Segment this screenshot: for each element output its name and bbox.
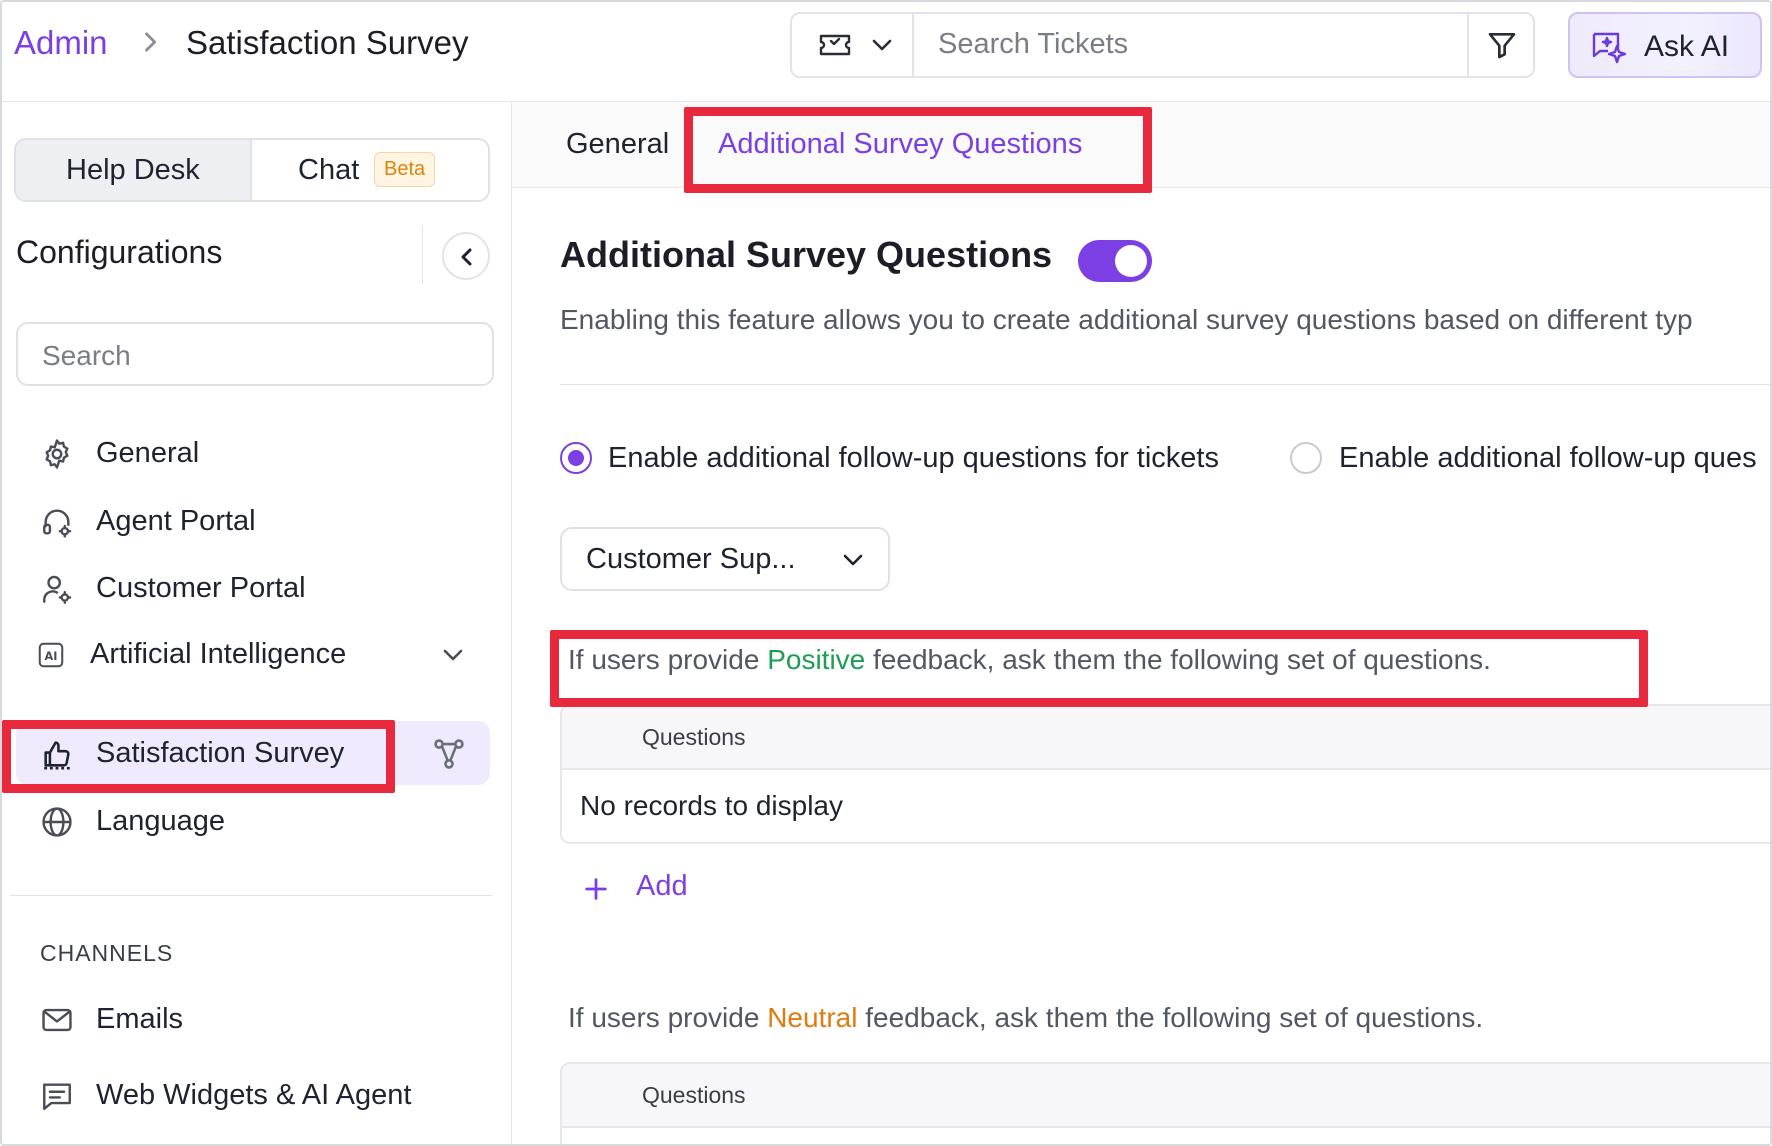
tab-additional-survey-questions[interactable]: Additional Survey Questions: [718, 128, 1082, 161]
filter-icon: [1488, 33, 1516, 59]
workflow-icon[interactable]: [432, 737, 466, 771]
sidebar-item-label: Customer Portal: [96, 572, 306, 604]
radio-other-label[interactable]: Enable additional follow-up ques: [1339, 442, 1757, 475]
sidebar-item-web-widgets[interactable]: Web Widgets & AI Agent: [16, 1063, 490, 1127]
ai-sparkle-icon: [1592, 32, 1627, 64]
toggle-knob: [1115, 245, 1147, 277]
tab-bar: General Additional Survey Questions: [512, 102, 1770, 188]
radio-tickets[interactable]: [560, 442, 592, 474]
configurations-heading: Configurations: [16, 234, 223, 270]
ask-ai-label: Ask AI: [1644, 30, 1730, 63]
thumbs-up-icon: [44, 741, 70, 770]
ask-ai-button[interactable]: Ask AI: [1568, 12, 1762, 78]
globe-icon: [42, 807, 72, 837]
chevron-left-icon: [461, 248, 472, 266]
positive-feedback-label: If users provide Positive feedback, ask …: [568, 644, 1491, 676]
radio-tickets-label[interactable]: Enable additional follow-up questions fo…: [608, 442, 1219, 475]
config-sidebar: Help Desk Chat Beta Configurations Searc…: [2, 102, 512, 1144]
sidebar-item-artificial-intelligence[interactable]: AI Artificial Intelligence: [16, 622, 490, 686]
sidebar-item-emails[interactable]: Emails: [16, 987, 490, 1051]
sidebar-item-label: Web Widgets & AI Agent: [96, 1079, 412, 1111]
sidebar-item-label: Emails: [96, 1003, 184, 1035]
department-select-value: Customer Sup...: [586, 543, 796, 575]
channels-heading: CHANNELS: [40, 940, 174, 966]
divider: [10, 895, 492, 896]
beta-badge: Beta: [374, 152, 436, 187]
positive-keyword: Positive: [767, 644, 866, 675]
page-title: Satisfaction Survey: [186, 24, 469, 61]
top-header: Admin Satisfaction Survey Search Tickets…: [2, 2, 1770, 102]
app-window: Admin Satisfaction Survey Search Tickets…: [0, 0, 1772, 1146]
sidebar-item-language[interactable]: Language: [16, 789, 490, 853]
empty-state-text: No records to display: [580, 790, 844, 821]
sidebar-item-label: Agent Portal: [96, 505, 256, 537]
table-empty-row: No records to display: [562, 770, 1770, 842]
ticket-icon: [819, 34, 851, 56]
additional-questions-toggle[interactable]: [1078, 240, 1152, 282]
sidebar-item-general[interactable]: General: [16, 421, 490, 485]
positive-suffix: feedback, ask them the following set of …: [865, 644, 1491, 675]
sidebar-search-placeholder: Search: [42, 340, 131, 371]
sidebar-item-agent-portal[interactable]: Agent Portal: [16, 489, 490, 553]
radio-other[interactable]: [1290, 442, 1322, 474]
column-header-questions: Questions: [642, 724, 746, 750]
ticket-type-dropdown[interactable]: [792, 14, 914, 76]
ticket-search-input[interactable]: Search Tickets: [938, 28, 1128, 61]
neutral-questions-table: Questions: [560, 1062, 1770, 1144]
sidebar-item-satisfaction-survey[interactable]: Satisfaction Survey: [16, 721, 490, 785]
table-header: Questions: [562, 706, 1770, 770]
segment-chat[interactable]: Chat Beta: [252, 140, 488, 200]
chevron-down-icon[interactable]: [440, 644, 466, 666]
ticket-search-bar: Search Tickets: [790, 12, 1535, 78]
sidebar-item-customer-portal[interactable]: Customer Portal: [16, 556, 490, 620]
section-title: Additional Survey Questions: [560, 234, 1053, 275]
sidebar-search-input[interactable]: Search: [16, 322, 494, 386]
positive-prefix: If users provide: [568, 644, 768, 675]
sidebar-item-label: Artificial Intelligence: [90, 638, 347, 670]
divider: [422, 226, 423, 284]
segment-help-desk[interactable]: Help Desk: [16, 140, 252, 200]
filter-button[interactable]: [1467, 14, 1533, 76]
chevron-down-icon: [872, 39, 892, 51]
plus-icon: [585, 878, 607, 900]
ai-icon: AI: [38, 642, 64, 668]
sidebar-item-label: Satisfaction Survey: [96, 737, 345, 769]
neutral-feedback-label: If users provide Neutral feedback, ask t…: [568, 1002, 1483, 1034]
section-description: Enabling this feature allows you to crea…: [560, 304, 1693, 335]
main-content: General Additional Survey Questions Addi…: [512, 102, 1770, 1144]
breadcrumb-admin-link[interactable]: Admin: [14, 24, 108, 62]
column-header-questions: Questions: [642, 1082, 746, 1108]
chat-icon: [43, 1083, 71, 1110]
neutral-prefix: If users provide: [568, 1002, 768, 1033]
divider: [560, 384, 1770, 385]
segment-chat-label: Chat: [298, 154, 360, 186]
chevron-down-icon: [843, 554, 863, 566]
neutral-suffix: feedback, ask them the following set of …: [857, 1002, 1484, 1033]
mail-icon: [42, 1008, 72, 1032]
positive-questions-table: Questions No records to display: [560, 704, 1770, 844]
table-header: Questions: [562, 1064, 1770, 1128]
gear-icon: [45, 439, 69, 469]
add-label: Add: [636, 870, 688, 902]
collapse-sidebar-button[interactable]: [442, 232, 490, 280]
chevron-right-icon: [145, 32, 157, 52]
product-switcher: Help Desk Chat Beta: [14, 138, 490, 202]
sidebar-item-label: Language: [96, 805, 226, 837]
sidebar-item-label: General: [96, 437, 200, 469]
segment-help-desk-label: Help Desk: [66, 154, 200, 186]
neutral-keyword: Neutral: [767, 1002, 858, 1033]
user-gear-icon: [43, 575, 72, 604]
svg-text:AI: AI: [45, 650, 58, 663]
department-select[interactable]: Customer Sup...: [560, 527, 890, 591]
headset-gear-icon: [43, 509, 72, 538]
tab-general[interactable]: General: [566, 128, 669, 161]
